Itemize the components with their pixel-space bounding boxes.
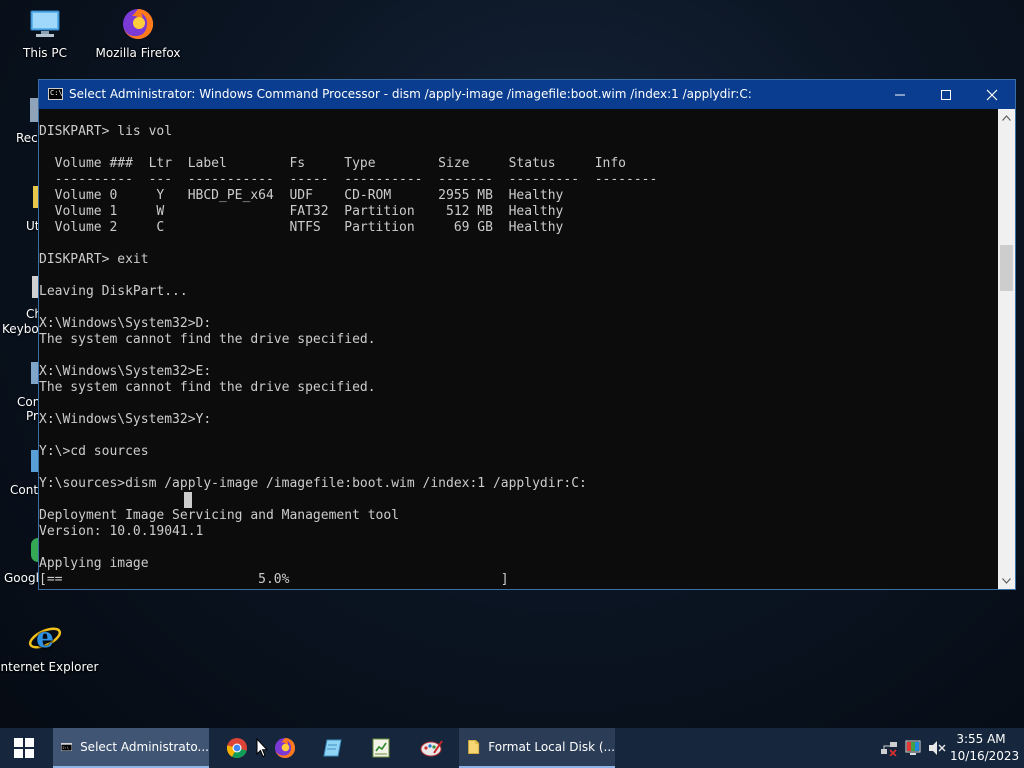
- recycle-bin-icon: [30, 98, 38, 122]
- chevron-down-icon: [1002, 577, 1011, 584]
- window-title: Select Administrator: Windows Command Pr…: [69, 87, 752, 101]
- control-panel-icon: [31, 450, 38, 472]
- internet-explorer-icon: e: [27, 620, 63, 656]
- svg-text:C:\: C:\: [63, 746, 69, 750]
- minimize-button[interactable]: [877, 80, 923, 109]
- notepad-icon: [323, 739, 342, 757]
- desktop-icon-label: Internet Explorer: [0, 660, 99, 674]
- taskbar-app-label: Format Local Disk (...: [488, 740, 615, 754]
- vertical-scrollbar[interactable]: [998, 109, 1015, 589]
- desktop-icon-internet-explorer[interactable]: e Internet Explorer: [0, 620, 99, 674]
- taskbar-app-firefox[interactable]: [265, 728, 305, 768]
- mouse-pointer-icon: [256, 738, 268, 758]
- clock-date: 10/16/2023: [950, 749, 1020, 763]
- console-text: DISKPART> lis vol Volume ### Ltr Label F…: [39, 124, 658, 587]
- maximize-button[interactable]: [923, 80, 969, 109]
- firefox-icon: [275, 737, 296, 758]
- command-prompt-window[interactable]: C:\ Select Administrator: Windows Comman…: [38, 79, 1016, 590]
- window-titlebar[interactable]: C:\ Select Administrator: Windows Comman…: [39, 80, 1015, 109]
- close-icon: [986, 89, 998, 100]
- scroll-up-button[interactable]: [998, 109, 1015, 126]
- close-button[interactable]: [969, 80, 1015, 109]
- spreadsheet-icon: [372, 738, 390, 758]
- windows-logo-icon: [14, 738, 34, 758]
- taskbar-app-chrome[interactable]: [217, 728, 257, 768]
- console-output[interactable]: DISKPART> lis vol Volume ### Ltr Label F…: [39, 109, 999, 589]
- google-chrome-icon: [31, 538, 38, 562]
- clock-time: 3:55 AM: [956, 732, 1006, 746]
- scroll-thumb[interactable]: [1000, 245, 1013, 291]
- taskbar-clock[interactable]: 3:55 AM 10/16/2023: [950, 731, 1020, 765]
- volume-muted-icon: [929, 741, 946, 755]
- network-icon: [881, 742, 897, 757]
- minimize-icon: [895, 94, 905, 95]
- control-panel-partial-label: Cont: [10, 483, 39, 497]
- desktop-icon-label: Mozilla Firefox: [95, 46, 181, 60]
- color-icon: [905, 740, 921, 755]
- keyboard-partial-label-2: Keybo: [2, 322, 39, 336]
- taskbar-app-spreadsheet[interactable]: [361, 728, 401, 768]
- taskbar-app-notepad[interactable]: [313, 728, 353, 768]
- taskbar-app-format-local-disk[interactable]: Format Local Disk (...: [459, 728, 615, 768]
- taskbar-app-command-prompt[interactable]: C:\ Select Administrato...: [53, 728, 209, 768]
- control-partial-label-2: Pr: [26, 409, 38, 423]
- chevron-up-icon: [1002, 114, 1011, 121]
- chrome-icon: [226, 738, 247, 759]
- desktop-icon-label: This PC: [23, 46, 67, 60]
- desktop-icon-this-pc[interactable]: This PC: [0, 6, 93, 60]
- folder-icon: [468, 739, 480, 755]
- text-cursor: [184, 492, 192, 508]
- control-partial-label-1: Con: [17, 395, 41, 409]
- taskbar-app-paint[interactable]: [411, 728, 453, 768]
- start-button[interactable]: [0, 728, 48, 768]
- svg-text:e: e: [36, 621, 54, 654]
- desktop-icon-firefox[interactable]: Mozilla Firefox: [90, 6, 186, 60]
- cmd-icon: C:\: [48, 88, 63, 100]
- network-tray-button[interactable]: [880, 740, 898, 760]
- taskbar-app-label: Select Administrato...: [80, 740, 209, 754]
- volume-tray-button[interactable]: [928, 740, 946, 760]
- control-program-icon: [31, 362, 38, 384]
- maximize-icon: [941, 89, 951, 100]
- firefox-icon: [120, 6, 156, 42]
- paint-icon: [420, 740, 443, 757]
- color-tray-button[interactable]: [905, 740, 921, 760]
- this-pc-icon: [27, 6, 63, 42]
- scroll-down-button[interactable]: [998, 572, 1015, 589]
- taskbar: C:\ Select Administrato... Format Local …: [0, 728, 1024, 768]
- cmd-icon: C:\: [61, 742, 73, 752]
